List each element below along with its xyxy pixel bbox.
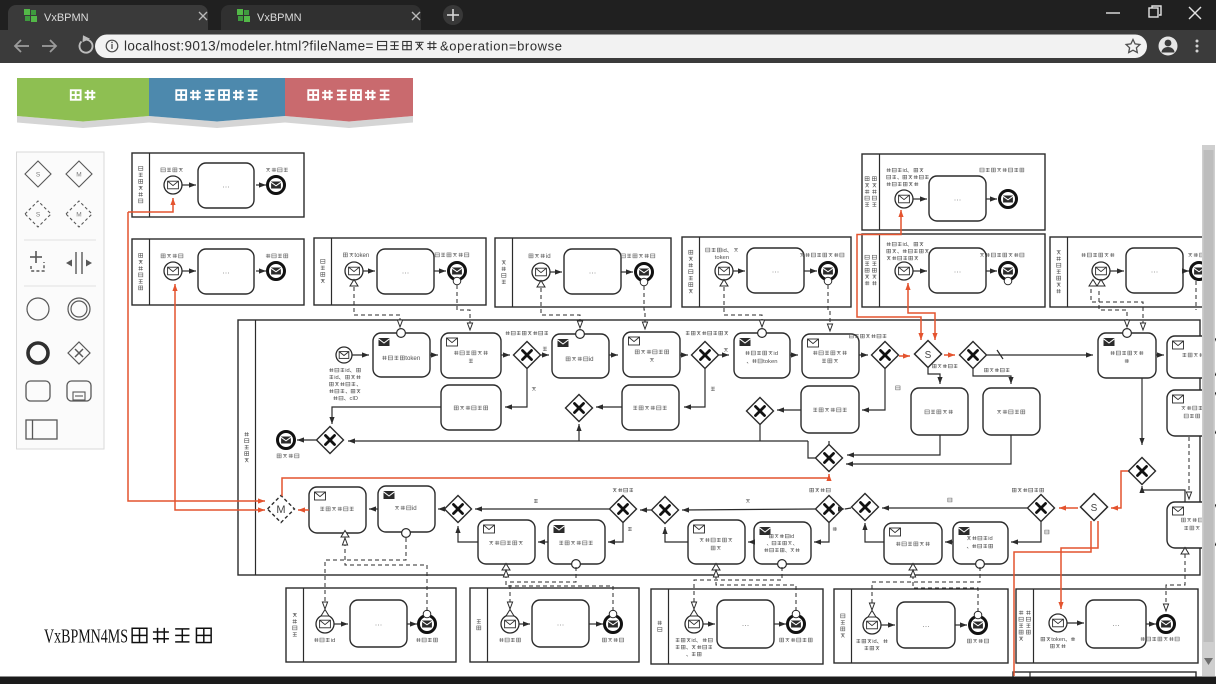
- svg-text:M: M: [76, 211, 81, 218]
- svg-text:VxBPMN: VxBPMN: [44, 12, 89, 24]
- svg-text:&operation=browse: &operation=browse: [440, 39, 563, 54]
- svg-text:...: ...: [772, 265, 780, 275]
- svg-text:S: S: [1091, 503, 1098, 514]
- svg-text:...: ...: [402, 266, 410, 276]
- svg-text:、: 、: [356, 382, 362, 388]
- svg-text:、: 、: [345, 389, 351, 395]
- svg-text:id: id: [589, 356, 594, 363]
- svg-text:M: M: [76, 171, 81, 178]
- svg-text:S: S: [36, 171, 41, 178]
- svg-text:、: 、: [686, 645, 692, 651]
- svg-text:...: ...: [742, 618, 750, 628]
- svg-text:id、: id、: [691, 638, 701, 644]
- svg-text:、: 、: [897, 175, 903, 181]
- svg-text:id、: id、: [903, 168, 913, 174]
- svg-text:...: ...: [954, 193, 962, 203]
- svg-text:id、: id、: [722, 248, 732, 254]
- svg-text:...: ...: [954, 265, 962, 275]
- svg-text:、: 、: [767, 541, 773, 547]
- svg-text:id: id: [412, 505, 417, 512]
- svg-text:id、: id、: [903, 242, 913, 248]
- svg-text:...: ...: [222, 180, 230, 190]
- svg-text:id: id: [773, 351, 778, 357]
- svg-text:...: ...: [922, 619, 930, 629]
- svg-text:M: M: [276, 504, 285, 516]
- svg-text:localhost:9013/modeler.html?fi: localhost:9013/modeler.html?fileName=: [124, 39, 374, 54]
- svg-text:id: id: [790, 534, 794, 540]
- svg-text:id: id: [546, 253, 551, 260]
- svg-text:...: ...: [375, 618, 383, 628]
- svg-text:、: 、: [793, 541, 799, 547]
- svg-text:id、: id、: [345, 368, 355, 374]
- svg-text:...: ...: [1151, 265, 1159, 275]
- svg-text:token: token: [354, 252, 369, 259]
- svg-text:token: token: [715, 255, 729, 261]
- svg-text:S: S: [36, 211, 41, 218]
- svg-text:...: ...: [1112, 618, 1120, 628]
- svg-text:VxBPMN: VxBPMN: [257, 12, 302, 24]
- svg-text:token: token: [405, 355, 420, 362]
- svg-text:...: ...: [589, 266, 597, 276]
- svg-text:、: 、: [897, 249, 903, 255]
- svg-text:S: S: [925, 350, 932, 361]
- svg-text:、: 、: [746, 359, 752, 365]
- svg-text:token: token: [763, 359, 777, 365]
- svg-text:...: ...: [222, 266, 230, 276]
- svg-text:、: 、: [785, 548, 791, 554]
- svg-text:id、: id、: [334, 375, 344, 381]
- svg-text:VxBPMN4MS: VxBPMN4MS: [44, 626, 128, 648]
- svg-text:id: id: [331, 638, 336, 644]
- svg-text:、cID: 、cID: [344, 396, 358, 402]
- svg-text:id: id: [988, 536, 992, 542]
- svg-text:、: 、: [686, 652, 692, 658]
- svg-text:token、: token、: [1051, 637, 1071, 643]
- svg-text:、: 、: [967, 544, 973, 550]
- svg-text:...: ...: [557, 618, 565, 628]
- svg-text:id、: id、: [872, 639, 882, 645]
